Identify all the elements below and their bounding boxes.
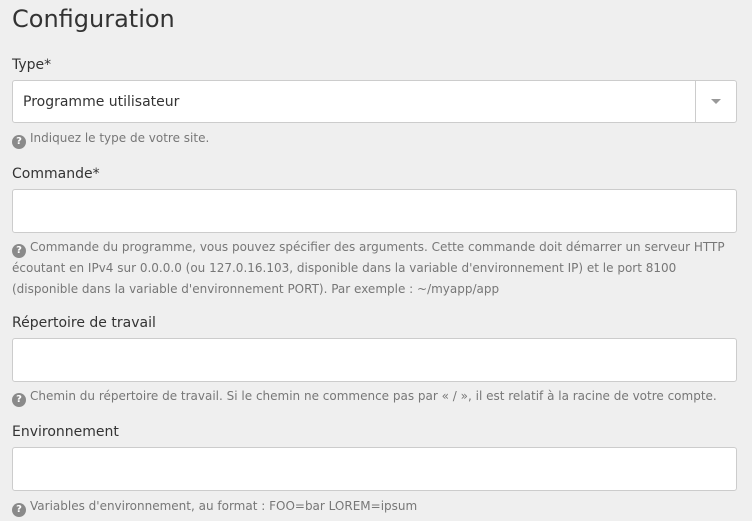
page-title: Configuration bbox=[12, 5, 175, 33]
commande-input[interactable] bbox=[12, 189, 737, 233]
environnement-help-text: Variables d'environnement, au format : F… bbox=[30, 499, 418, 513]
type-label: Type* bbox=[12, 57, 52, 73]
environnement-input[interactable] bbox=[12, 447, 737, 491]
caret-down-icon bbox=[711, 99, 721, 104]
type-select[interactable]: Programme utilisateur bbox=[12, 80, 737, 123]
type-help: ? Indiquez le type de votre site. bbox=[12, 128, 740, 149]
select-toggle[interactable] bbox=[695, 81, 736, 122]
commande-help: ? Commande du programme, vous pouvez spéc… bbox=[12, 237, 740, 300]
commande-label: Commande* bbox=[12, 166, 100, 182]
repertoire-help-text: Chemin du répertoire de travail. Si le c… bbox=[30, 389, 717, 403]
repertoire-label: Répertoire de travail bbox=[12, 315, 156, 331]
type-select-value: Programme utilisateur bbox=[23, 93, 180, 110]
question-circle-icon: ? bbox=[12, 244, 26, 258]
environnement-help: ? Variables d'environnement, au format : … bbox=[12, 496, 740, 517]
environnement-label: Environnement bbox=[12, 424, 119, 440]
question-circle-icon: ? bbox=[12, 135, 26, 149]
question-circle-icon: ? bbox=[12, 503, 26, 517]
repertoire-help: ? Chemin du répertoire de travail. Si le … bbox=[12, 386, 740, 407]
commande-help-text: Commande du programme, vous pouvez spéci… bbox=[12, 240, 725, 296]
question-circle-icon: ? bbox=[12, 393, 26, 407]
repertoire-input[interactable] bbox=[12, 338, 737, 382]
type-help-text: Indiquez le type de votre site. bbox=[30, 131, 210, 145]
